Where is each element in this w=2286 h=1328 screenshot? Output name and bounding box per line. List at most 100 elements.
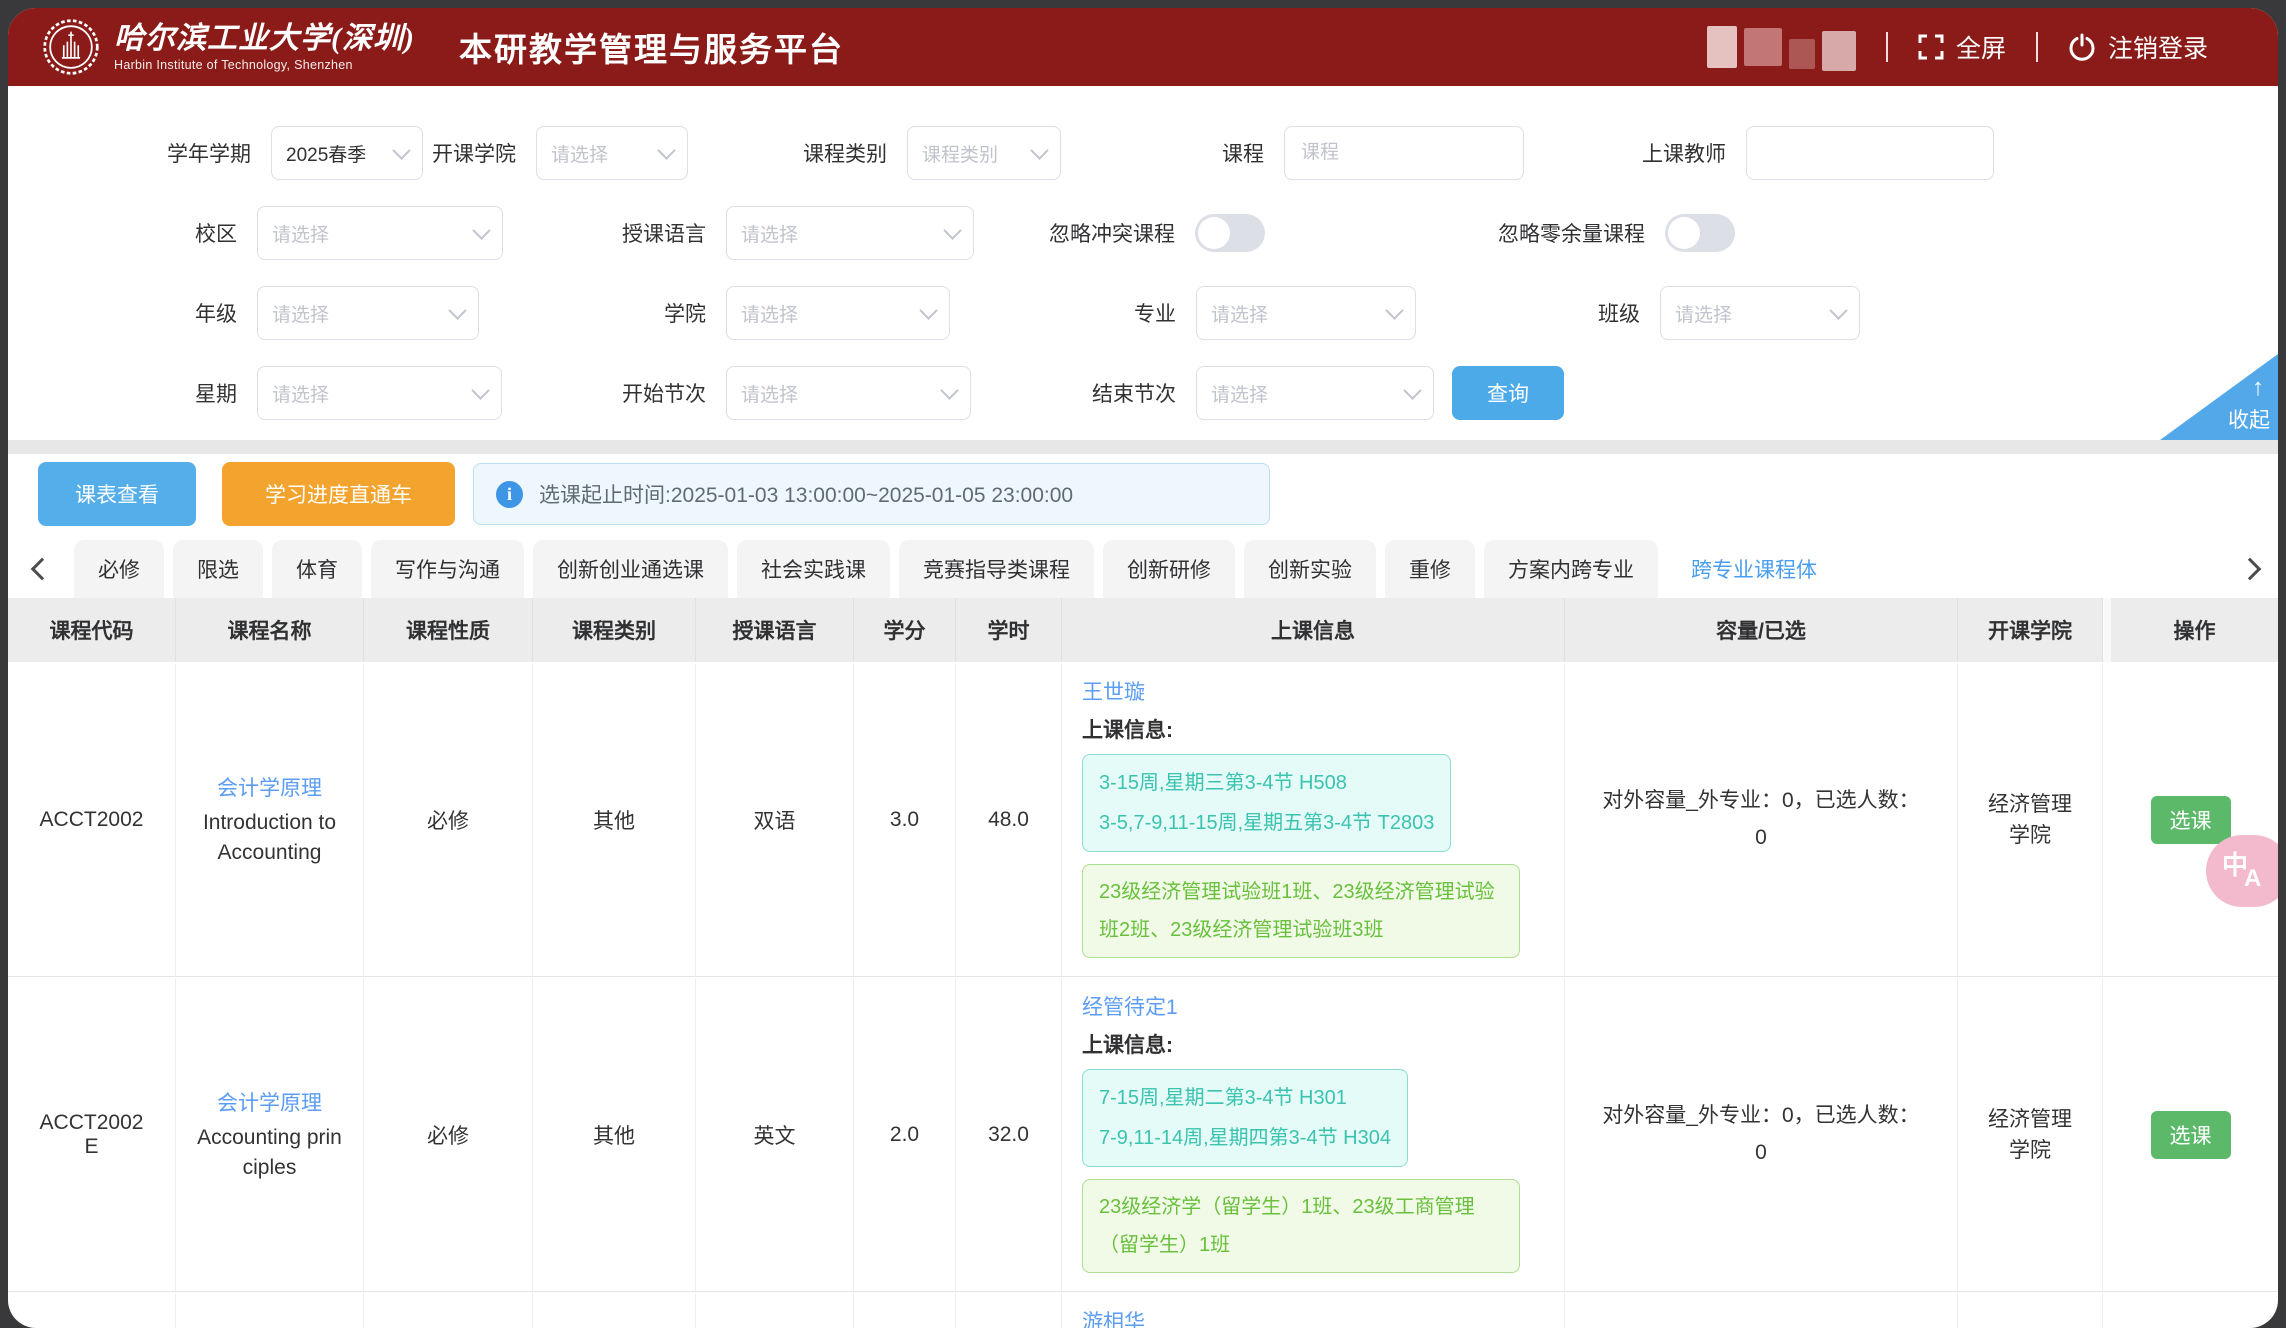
faculty-select[interactable]: 请选择 xyxy=(726,286,950,340)
weekday-select[interactable]: 请选择 xyxy=(257,366,502,420)
chevron-down-icon xyxy=(448,301,466,319)
table-row: ACCT2002 会计学原理 Introduction to Accountin… xyxy=(8,662,2278,977)
tab-jingsai[interactable]: 竞赛指导类课程 xyxy=(899,540,1094,598)
teacher-link[interactable]: 王世璇 xyxy=(1082,676,1145,706)
tabs-scroll-left-button[interactable] xyxy=(14,540,70,598)
course-nature: 必修 xyxy=(364,1294,533,1328)
ignore-zero-toggle[interactable] xyxy=(1665,214,1735,252)
screen: 哈尔滨工业大学(深圳) Harbin Institute of Technolo… xyxy=(0,0,2286,1328)
filter-semester: 学年学期 2025春季 xyxy=(133,126,423,180)
category-select[interactable]: 课程类别 xyxy=(907,126,1061,180)
course-code: ACCT2004F xyxy=(8,1294,176,1328)
schedule-box: 3-15周,星期三第3-4节 H508 3-5,7-9,11-15周,星期五第3… xyxy=(1082,754,1451,852)
header-divider xyxy=(1886,32,1888,62)
timetable-button[interactable]: 课表查看 xyxy=(38,462,196,526)
course-college: 经济管理学院 xyxy=(1958,1294,2103,1328)
chevron-down-icon xyxy=(392,141,410,159)
start-period-label: 开始节次 xyxy=(583,378,706,408)
tab-chongxiu[interactable]: 重修 xyxy=(1385,540,1475,598)
col-class-info: 上课信息 xyxy=(1062,598,1565,662)
header-actions: 全屏 注销登录 xyxy=(1707,8,2208,86)
redacted-username xyxy=(1707,23,1856,71)
semester-select[interactable]: 2025春季 xyxy=(271,126,423,180)
semester-label: 学年学期 xyxy=(133,138,251,168)
search-button[interactable]: 查询 xyxy=(1452,366,1564,420)
capacity-info: 对外容量_外专业：0，已选人数：0 xyxy=(1565,979,1958,1291)
course-college: 经济管理学院 xyxy=(1958,979,2103,1291)
course-input[interactable] xyxy=(1299,141,1509,165)
class-label: 班级 xyxy=(1546,298,1640,328)
tab-chuangxin-tongxuan[interactable]: 创新创业通选课 xyxy=(533,540,728,598)
chevron-down-icon xyxy=(1030,141,1048,159)
tab-shehui-shijian[interactable]: 社会实践课 xyxy=(737,540,890,598)
college-label: 开课学院 xyxy=(416,138,516,168)
course-name-link[interactable]: 会计学原理 xyxy=(217,1087,322,1117)
info-icon: i xyxy=(496,481,523,508)
tabs-scroll-right-button[interactable] xyxy=(2222,540,2278,598)
language-select[interactable]: 请选择 xyxy=(726,206,974,260)
chevron-right-icon xyxy=(2239,558,2262,581)
teacher-label: 上课教师 xyxy=(1606,138,1726,168)
enrollment-notice-text: 选课起止时间:2025-01-03 13:00:00~2025-01-05 23… xyxy=(539,479,1073,509)
pick-course-button[interactable]: 选课 xyxy=(2151,1111,2231,1159)
course-hours: 48.0 xyxy=(956,1294,1062,1328)
translate-fab-button[interactable]: 中 A xyxy=(2206,835,2278,907)
ignore-conflict-toggle[interactable] xyxy=(1195,214,1265,252)
campus-label: 校区 xyxy=(133,218,237,248)
course-language: 双语 xyxy=(696,664,854,976)
course-category: 其他 xyxy=(533,1294,696,1328)
university-name-en: Harbin Institute of Technology, Shenzhen xyxy=(114,59,415,73)
fullscreen-icon xyxy=(1918,34,1944,60)
collapse-arrow-icon: ↑ xyxy=(2252,374,2264,402)
start-period-select[interactable]: 请选择 xyxy=(726,366,971,420)
pick-course-button[interactable]: 选课 xyxy=(2151,796,2231,844)
faculty-label: 学院 xyxy=(598,298,706,328)
filter-end-period: 结束节次 请选择 xyxy=(1048,366,1434,420)
teacher-link[interactable]: 经管待定1 xyxy=(1082,991,1178,1021)
tab-chuangxin-yanxiu[interactable]: 创新研修 xyxy=(1103,540,1235,598)
schedule-box: 7-15周,星期二第3-4节 H301 7-9,11-14周,星期四第3-4节 … xyxy=(1082,1069,1408,1167)
course-nature: 必修 xyxy=(364,664,533,976)
chevron-down-icon xyxy=(1829,301,1847,319)
major-select[interactable]: 请选择 xyxy=(1196,286,1416,340)
progress-button[interactable]: 学习进度直通车 xyxy=(222,462,455,526)
end-period-label: 结束节次 xyxy=(1048,378,1176,408)
course-college: 经济管理学院 xyxy=(1958,664,2103,976)
ignore-zero-label: 忽略零余量课程 xyxy=(1453,218,1645,248)
course-code: ACCT2002 xyxy=(8,664,176,976)
col-course-category: 课程类别 xyxy=(533,598,696,662)
col-college: 开课学院 xyxy=(1958,598,2103,662)
filter-class: 班级 请选择 xyxy=(1546,286,1860,340)
tab-fangan-kuazhuanye[interactable]: 方案内跨专业 xyxy=(1484,540,1658,598)
campus-select[interactable]: 请选择 xyxy=(257,206,503,260)
tab-bixiu[interactable]: 必修 xyxy=(74,540,164,598)
tab-xiezuo[interactable]: 写作与沟通 xyxy=(371,540,524,598)
teacher-link[interactable]: 游相华 xyxy=(1082,1306,1145,1328)
classes-box: 23级经济学（留学生）1班、23级工商管理（留学生）1班 xyxy=(1082,1179,1520,1273)
fullscreen-button[interactable]: 全屏 xyxy=(1918,29,2006,65)
tab-kuazhuanye-active[interactable]: 跨专业课程体 xyxy=(1667,540,1841,598)
course-label: 课程 xyxy=(1154,138,1264,168)
class-select[interactable]: 请选择 xyxy=(1660,286,1860,340)
tab-xianxuan[interactable]: 限选 xyxy=(173,540,263,598)
logout-button[interactable]: 注销登录 xyxy=(2068,29,2208,65)
chevron-down-icon xyxy=(943,221,961,239)
tab-tiyu[interactable]: 体育 xyxy=(272,540,362,598)
filter-weekday: 星期 请选择 xyxy=(133,366,502,420)
chevron-down-icon xyxy=(919,301,937,319)
university-name-cn: 哈尔滨工业大学(深圳) xyxy=(114,22,415,55)
category-label: 课程类别 xyxy=(777,138,887,168)
course-name-link[interactable]: 会计学原理 xyxy=(217,772,322,802)
college-select[interactable]: 请选择 xyxy=(536,126,688,180)
chevron-down-icon xyxy=(657,141,675,159)
end-period-select[interactable]: 请选择 xyxy=(1196,366,1434,420)
teacher-input[interactable] xyxy=(1761,141,1979,165)
logout-label: 注销登录 xyxy=(2108,29,2208,65)
grade-select[interactable]: 请选择 xyxy=(257,286,479,340)
tab-chuangxin-shiyan[interactable]: 创新实验 xyxy=(1244,540,1376,598)
chevron-down-icon xyxy=(1385,301,1403,319)
filter-category: 课程类别 课程类别 xyxy=(777,126,1061,180)
course-language: 英文 xyxy=(696,979,854,1291)
col-course-name: 课程名称 xyxy=(176,598,364,662)
app-header: 哈尔滨工业大学(深圳) Harbin Institute of Technolo… xyxy=(8,8,2278,86)
